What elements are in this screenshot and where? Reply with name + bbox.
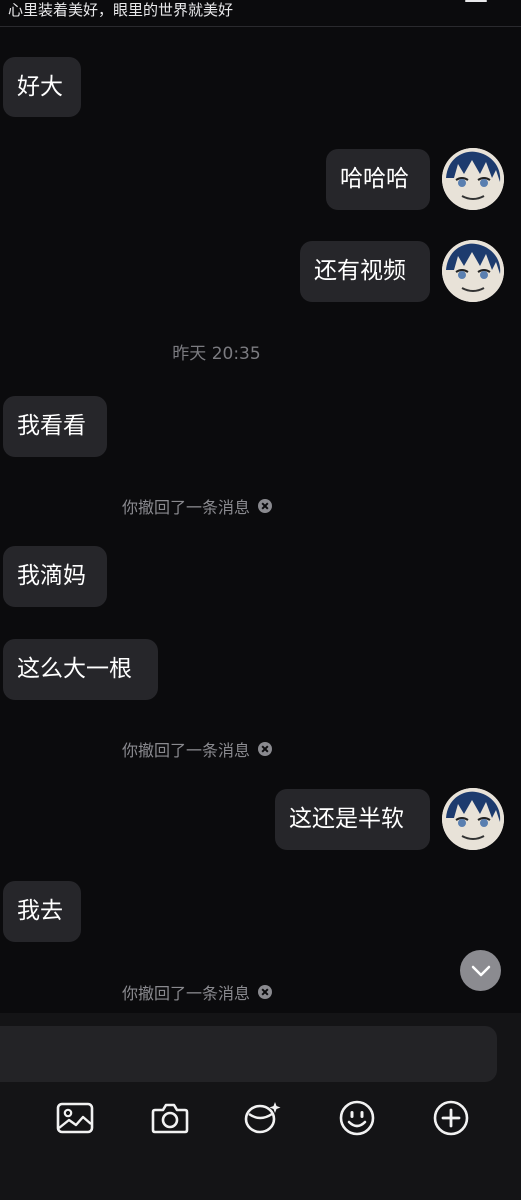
- timestamp: 昨天 20:35: [172, 344, 261, 364]
- avatar-image: [442, 148, 504, 210]
- message-bubble-sent[interactable]: 这还是半软: [275, 789, 430, 850]
- recall-notice-text: 你撤回了一条消息: [122, 984, 251, 1003]
- message-bubble-received[interactable]: 这么大一根: [3, 639, 158, 700]
- sticker-icon: [244, 1102, 281, 1134]
- user-avatar[interactable]: [442, 240, 504, 302]
- more-button[interactable]: [428, 1095, 474, 1141]
- recall-notice: 你撤回了一条消息: [122, 737, 273, 761]
- close-icon[interactable]: [258, 499, 273, 513]
- sticker-button[interactable]: [240, 1095, 286, 1141]
- avatar-image: [442, 788, 504, 850]
- scroll-to-bottom-button[interactable]: [460, 950, 501, 991]
- recall-notice: 你撤回了一条消息: [122, 494, 273, 518]
- plus-icon: [433, 1100, 469, 1136]
- close-icon[interactable]: [258, 985, 273, 999]
- chat-header: 心里装着美好，眼里的世界就美好: [0, 0, 521, 27]
- camera-icon: [151, 1103, 189, 1134]
- chevron-down-icon: [471, 965, 490, 976]
- emoji-button[interactable]: [334, 1095, 380, 1141]
- message-bubble-received[interactable]: 我滴妈: [3, 546, 107, 607]
- user-avatar[interactable]: [442, 148, 504, 210]
- menu-icon[interactable]: [465, 0, 487, 6]
- composer: [0, 1013, 521, 1200]
- close-icon[interactable]: [258, 742, 273, 756]
- message-bubble-received[interactable]: 好大: [3, 57, 81, 117]
- user-avatar[interactable]: [442, 788, 504, 850]
- camera-button[interactable]: [147, 1095, 193, 1141]
- message-bubble-received[interactable]: 我看看: [3, 396, 107, 457]
- recall-notice: 你撤回了一条消息: [122, 980, 273, 1004]
- emoji-icon: [339, 1100, 375, 1136]
- composer-toolbar: [0, 1095, 521, 1165]
- message-bubble-received[interactable]: 我去: [3, 881, 81, 942]
- recall-notice-text: 你撤回了一条消息: [122, 741, 251, 760]
- message-list[interactable]: 好大 哈哈哈 还有视频 昨天 20:35 我看看 你撤回了一条消息 我滴妈 这么…: [0, 27, 521, 1013]
- avatar-image: [442, 240, 504, 302]
- image-icon: [56, 1102, 94, 1134]
- message-bubble-sent[interactable]: 哈哈哈: [326, 149, 430, 210]
- message-bubble-sent[interactable]: 还有视频: [300, 241, 430, 302]
- message-input[interactable]: [0, 1026, 497, 1082]
- chat-title: 心里装着美好，眼里的世界就美好: [8, 1, 234, 19]
- image-button[interactable]: [52, 1095, 98, 1141]
- recall-notice-text: 你撤回了一条消息: [122, 498, 251, 517]
